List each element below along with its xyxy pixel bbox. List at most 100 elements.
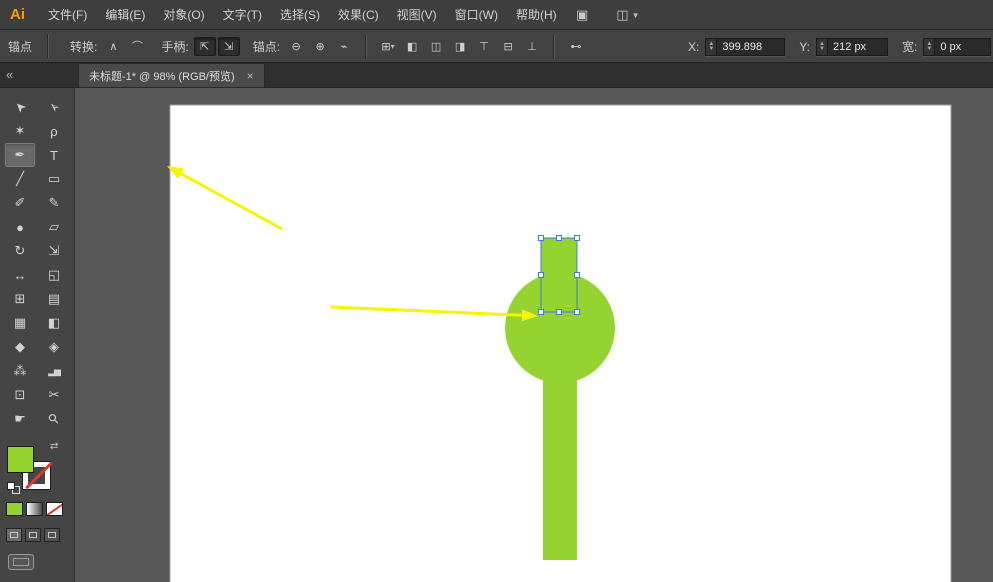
tab-strip: « 未标题-1* @ 98% (RGB/预览) × bbox=[0, 63, 993, 88]
convert-to-corner-icon: ∧ bbox=[109, 40, 118, 53]
direct-selection-icon: ➣ bbox=[44, 98, 63, 117]
free-transform-tool[interactable]: ◱ bbox=[39, 263, 69, 287]
workspace-switcher-icon: ◫ bbox=[616, 7, 629, 22]
width-tool[interactable]: ↔ bbox=[5, 263, 35, 287]
drawn-stem-shape[interactable] bbox=[543, 370, 577, 560]
menu-item-view[interactable]: 视图(V) bbox=[388, 0, 446, 30]
show-handles-button[interactable]: ⇱ bbox=[193, 36, 216, 56]
eyedropper-tool[interactable]: ◆ bbox=[5, 335, 35, 359]
transform-fields: X: ▲ ▼ 399.898 Y: ▲ ▼ 212 px 宽: ▲ ▼ 0 px… bbox=[676, 30, 993, 63]
remove-anchor-button[interactable]: ⊖ bbox=[285, 37, 307, 56]
menu-item-object[interactable]: 对象(O) bbox=[154, 0, 213, 30]
workspace-switcher-button[interactable]: ◫ ▼ bbox=[616, 7, 639, 23]
paintbrush-tool[interactable]: ✐ bbox=[5, 191, 35, 215]
menu-item-select[interactable]: 选择(S) bbox=[271, 0, 329, 30]
document-tab-title: 未标题-1* @ 98% (RGB/预览) bbox=[89, 70, 235, 83]
default-fill-stroke-icon[interactable] bbox=[7, 482, 22, 495]
hand-tool[interactable]: ☛ bbox=[5, 407, 35, 431]
rotate-tool[interactable]: ↻ bbox=[5, 239, 35, 263]
scale-icon: ⇲ bbox=[48, 243, 60, 258]
x-input[interactable]: ▲ ▼ 399.898 bbox=[705, 37, 786, 56]
shape-builder-icon: ⊞ bbox=[14, 291, 26, 306]
x-stepper[interactable]: ▲ ▼ bbox=[706, 38, 718, 55]
direct-selection-tool[interactable]: ➣ bbox=[39, 95, 69, 119]
distribute-button[interactable]: ⊷ bbox=[565, 37, 587, 56]
app-logo[interactable]: Ai bbox=[10, 6, 25, 23]
shape-builder-tool[interactable]: ⊞ bbox=[5, 287, 35, 311]
y-stepper[interactable]: ▲ ▼ bbox=[817, 38, 829, 55]
mesh-tool[interactable]: ▦ bbox=[5, 311, 35, 335]
align-right-button[interactable]: ◨ bbox=[449, 37, 471, 56]
canvas-svg[interactable] bbox=[76, 88, 993, 582]
selection-handle[interactable] bbox=[574, 235, 580, 241]
blend-tool[interactable]: ◈ bbox=[39, 335, 69, 359]
selection-handle[interactable] bbox=[538, 309, 544, 315]
menu-item-type[interactable]: 文字(T) bbox=[214, 0, 271, 30]
x-label: X: bbox=[688, 39, 700, 54]
selection-handle[interactable] bbox=[538, 235, 544, 241]
selection-handle[interactable] bbox=[574, 309, 580, 315]
document-tab[interactable]: 未标题-1* @ 98% (RGB/预览) × bbox=[78, 63, 265, 88]
blob-brush-tool[interactable]: ● bbox=[5, 215, 35, 239]
collapse-panel-icon[interactable]: « bbox=[6, 67, 13, 82]
canvas-area[interactable] bbox=[76, 88, 993, 582]
hide-handles-button[interactable]: ⇲ bbox=[217, 36, 240, 56]
menu-item-effect[interactable]: 效果(C) bbox=[329, 0, 388, 30]
free-transform-icon: ◱ bbox=[47, 267, 61, 282]
scale-tool[interactable]: ⇲ bbox=[39, 239, 69, 263]
selection-handle[interactable] bbox=[556, 309, 562, 315]
draw-behind-button[interactable] bbox=[25, 528, 41, 542]
line-segment-tool[interactable]: ╱ bbox=[5, 167, 35, 191]
close-icon[interactable]: × bbox=[247, 69, 254, 83]
align-top-button[interactable]: ⊤ bbox=[473, 37, 495, 56]
rectangle-tool[interactable]: ▭ bbox=[39, 167, 69, 191]
menu-item-help[interactable]: 帮助(H) bbox=[507, 0, 566, 30]
artboard-tool[interactable]: ⊡ bbox=[5, 383, 35, 407]
selection-tool[interactable]: ➤ bbox=[5, 95, 35, 119]
eyedropper-icon: ◆ bbox=[15, 339, 25, 354]
align-left-button[interactable]: ◧ bbox=[401, 37, 423, 56]
symbol-sprayer-tool[interactable]: ⁂ bbox=[5, 359, 35, 383]
draw-inside-button[interactable] bbox=[44, 528, 60, 542]
pen-tool[interactable]: ✒ bbox=[5, 143, 35, 167]
type-icon: T bbox=[50, 147, 58, 163]
y-input[interactable]: ▲ ▼ 212 px bbox=[816, 37, 889, 56]
align-bottom-button[interactable]: ⊥ bbox=[521, 37, 543, 56]
lasso-tool[interactable]: ρ bbox=[39, 119, 69, 143]
slice-tool[interactable]: ✂ bbox=[39, 383, 69, 407]
cut-path-button[interactable]: ⌁ bbox=[333, 37, 355, 56]
draw-normal-button[interactable] bbox=[6, 528, 22, 542]
align-horizontal-center-button[interactable]: ◫ bbox=[425, 37, 447, 56]
color-button[interactable] bbox=[6, 502, 23, 516]
align-options-button[interactable]: ⊞ ▾ bbox=[377, 37, 399, 56]
menu-item-file[interactable]: 文件(F) bbox=[39, 0, 96, 30]
swap-fill-stroke-icon[interactable]: ⇄ bbox=[50, 441, 58, 452]
zoom-tool[interactable]: ⚲ bbox=[39, 407, 69, 431]
width-stepper[interactable]: ▲ ▼ bbox=[924, 38, 936, 55]
magic-wand-tool[interactable]: ✶ bbox=[5, 119, 35, 143]
width-input[interactable]: ▲ ▼ 0 px bbox=[923, 37, 992, 56]
gradient-button[interactable] bbox=[26, 502, 43, 516]
symbol-sprayer-icon: ⁂ bbox=[13, 363, 27, 378]
type-tool[interactable]: T bbox=[39, 143, 69, 167]
pencil-tool[interactable]: ✎ bbox=[39, 191, 69, 215]
perspective-grid-tool[interactable]: ▤ bbox=[39, 287, 69, 311]
eraser-tool[interactable]: ▱ bbox=[39, 215, 69, 239]
menu-item-window[interactable]: 窗口(W) bbox=[446, 0, 507, 30]
selection-handle[interactable] bbox=[556, 235, 562, 241]
arrange-documents-icon[interactable]: ▣ bbox=[576, 7, 588, 23]
hide-handles-icon: ⇲ bbox=[224, 40, 234, 53]
selection-handle[interactable] bbox=[574, 272, 580, 278]
drawn-rect-shape[interactable] bbox=[540, 237, 578, 313]
convert-to-corner-button[interactable]: ∧ bbox=[102, 37, 124, 56]
gradient-tool[interactable]: ◧ bbox=[39, 311, 69, 335]
convert-to-smooth-button[interactable]: ⌒ bbox=[126, 37, 148, 56]
align-vertical-center-button[interactable]: ⊟ bbox=[497, 37, 519, 56]
add-anchor-button[interactable]: ⊕ bbox=[309, 37, 331, 56]
fill-color-swatch[interactable] bbox=[7, 446, 34, 473]
selection-handle[interactable] bbox=[538, 272, 544, 278]
none-button[interactable] bbox=[46, 502, 63, 516]
column-graph-tool[interactable]: ▂▅ bbox=[39, 359, 69, 383]
menu-item-edit[interactable]: 编辑(E) bbox=[96, 0, 154, 30]
screen-mode-button[interactable] bbox=[8, 554, 34, 570]
